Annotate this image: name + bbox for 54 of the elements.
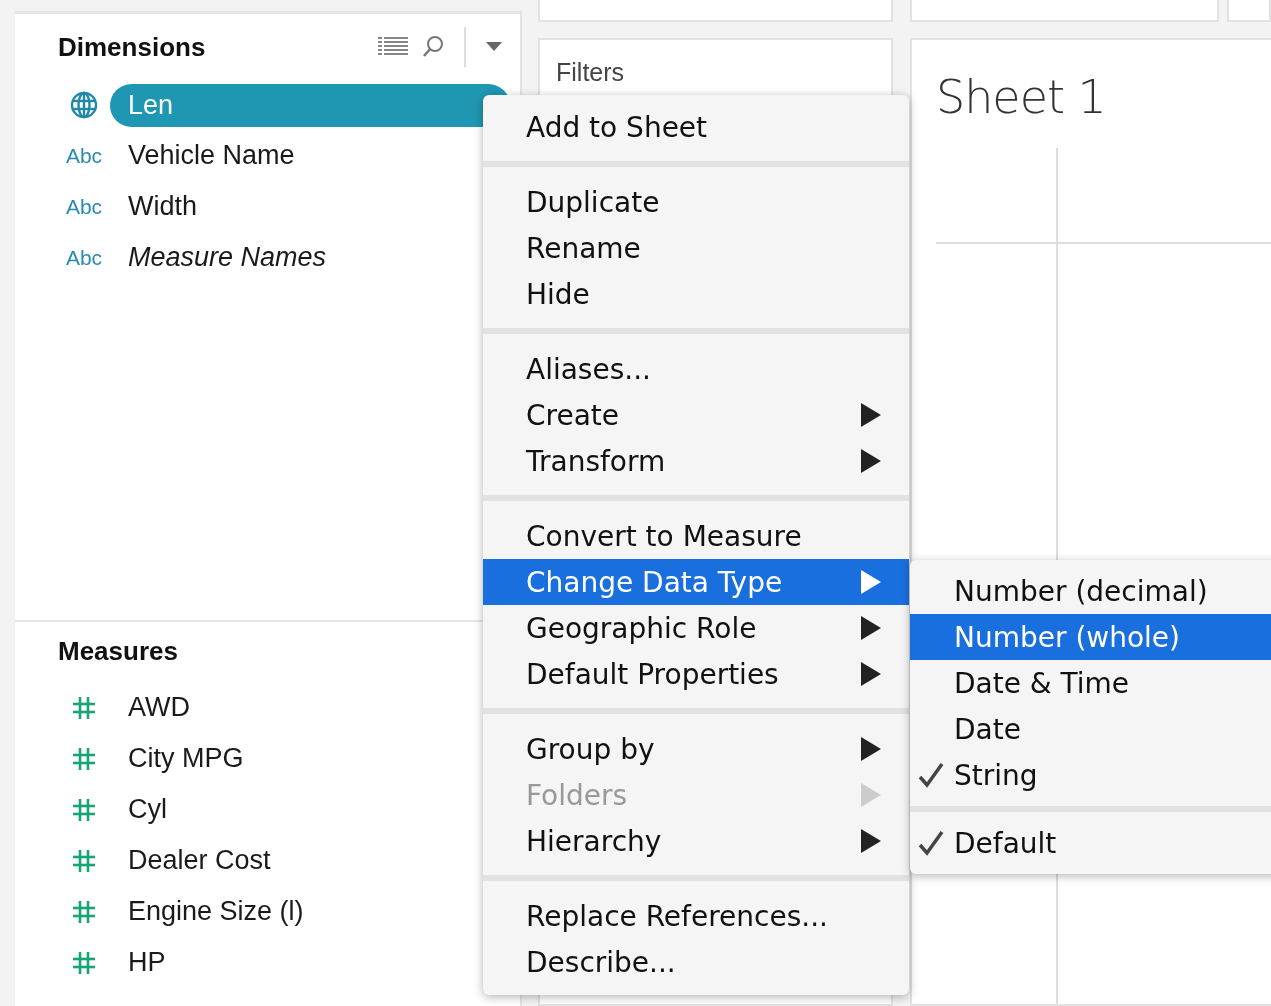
submenu-arrow-icon (861, 616, 881, 640)
menu-item[interactable]: Duplicate (483, 179, 909, 225)
menu-item[interactable]: Create (483, 392, 909, 438)
field-item[interactable]: AWD (110, 686, 208, 729)
globe-icon (69, 90, 99, 120)
field-item[interactable]: Measure Names (110, 236, 345, 279)
submenu-arrow-icon (861, 570, 881, 594)
menu-item[interactable]: Describe... (483, 939, 909, 985)
menu-item[interactable]: Geographic Role (483, 605, 909, 651)
field-item[interactable]: Cyl (110, 788, 185, 831)
shelf-title: Filters (556, 58, 625, 86)
menu-item[interactable]: Number (whole) (910, 614, 1271, 660)
submenu-arrow-icon (861, 737, 881, 761)
hash-icon (72, 848, 96, 873)
hash-icon (72, 695, 96, 720)
section-title: Measures (58, 635, 178, 667)
menu-item[interactable]: Hierarchy (483, 818, 909, 864)
menu-item[interactable]: Default (910, 820, 1271, 866)
menu-item[interactable]: Hide (483, 271, 909, 317)
menu-item[interactable]: Transform (483, 438, 909, 484)
submenu-arrow-icon (861, 783, 881, 807)
field-item[interactable]: City MPG (110, 737, 262, 780)
search-icon[interactable] (422, 35, 444, 59)
field-item[interactable]: Width (110, 185, 216, 228)
menu-item[interactable]: Date & Time (910, 660, 1271, 706)
hash-icon (72, 950, 96, 975)
field-item[interactable]: Dealer Cost (110, 839, 289, 882)
data-type-label: Abc (65, 245, 103, 270)
submenu-arrow-icon (861, 829, 881, 853)
submenu-arrow-icon (861, 403, 881, 427)
dropdown-caret-icon[interactable] (486, 42, 502, 52)
menu-item[interactable]: Rename (483, 225, 909, 271)
menu-item[interactable]: Date (910, 706, 1271, 752)
menu-item[interactable]: Change Data Type (483, 559, 909, 605)
submenu-arrow-icon (861, 449, 881, 473)
field-item[interactable]: Engine Size (l) (110, 890, 322, 933)
menu-item[interactable]: Group by (483, 726, 909, 772)
menu-item[interactable]: Aliases... (483, 346, 909, 392)
menu-item[interactable]: String (910, 752, 1271, 798)
hash-icon (72, 746, 96, 771)
hash-icon (72, 899, 96, 924)
sheet-title: Sheet 1 (936, 70, 1107, 124)
section-title: Dimensions (58, 31, 206, 63)
submenu-arrow-icon (861, 662, 881, 686)
menu-item[interactable]: Convert to Measure (483, 513, 909, 559)
list-view-icon[interactable] (378, 37, 408, 57)
field-item[interactable]: HP (110, 941, 184, 984)
menu-item[interactable]: Number (decimal) (910, 568, 1271, 614)
field-item[interactable]: Vehicle Name (110, 134, 313, 177)
hash-icon (72, 797, 96, 822)
data-type-label: Abc (65, 143, 103, 168)
menu-item[interactable]: Replace References... (483, 893, 909, 939)
menu-item[interactable]: Default Properties (483, 651, 909, 697)
data-type-label: Abc (65, 194, 103, 219)
